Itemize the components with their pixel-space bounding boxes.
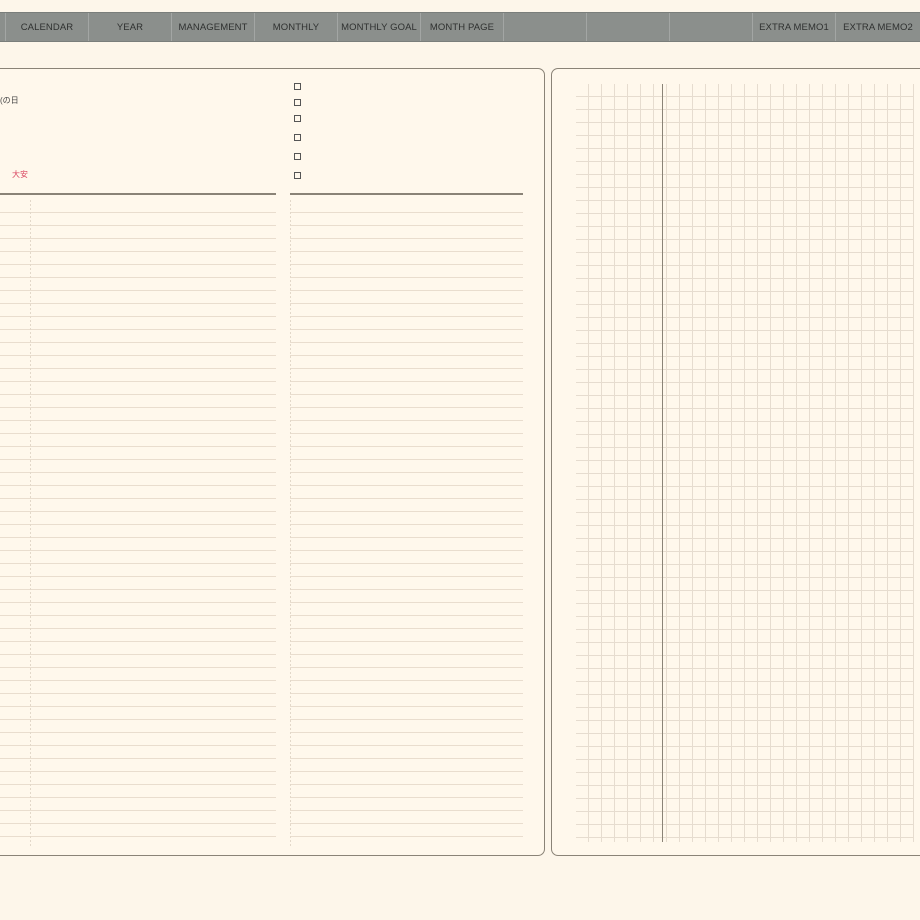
tab-empty-2[interactable] [587, 13, 670, 41]
left-column-divider [0, 193, 276, 195]
tab-extra-memo1[interactable]: EXTRA MEMO1 [753, 13, 836, 41]
top-nav-bar: CALENDAR YEAR MANAGEMENT MONTHLY MONTHLY… [0, 12, 920, 42]
schedule-ruled-area[interactable] [0, 200, 276, 848]
todo-checkbox[interactable] [294, 99, 301, 106]
todo-checkbox[interactable] [294, 134, 301, 141]
tab-monthly[interactable]: MONTHLY [255, 13, 338, 41]
todo-checkbox[interactable] [294, 153, 301, 160]
todo-checkbox[interactable] [294, 115, 301, 122]
todo-checkbox[interactable] [294, 172, 301, 179]
tab-calendar[interactable]: CALENDAR [6, 13, 89, 41]
tab-empty-3[interactable] [670, 13, 753, 41]
margin-guide [30, 200, 31, 848]
tab-year[interactable]: YEAR [89, 13, 172, 41]
notes-ruled-area[interactable] [290, 200, 523, 848]
todo-checkbox[interactable] [294, 83, 301, 90]
right-column-divider [290, 193, 523, 195]
tab-month-page[interactable]: MONTH PAGE [421, 13, 504, 41]
grid-memo-area[interactable] [576, 84, 914, 842]
holiday-label: 大安 [12, 170, 28, 179]
tab-extra-memo2[interactable]: EXTRA MEMO2 [836, 13, 920, 41]
tab-monthly-goal[interactable]: MONTHLY GOAL [338, 13, 421, 41]
day-note-label: (の日 [0, 96, 19, 105]
tab-management[interactable]: MANAGEMENT [172, 13, 255, 41]
tab-empty-1[interactable] [504, 13, 587, 41]
grid-margin-line [662, 84, 663, 842]
margin-guide [290, 200, 291, 848]
